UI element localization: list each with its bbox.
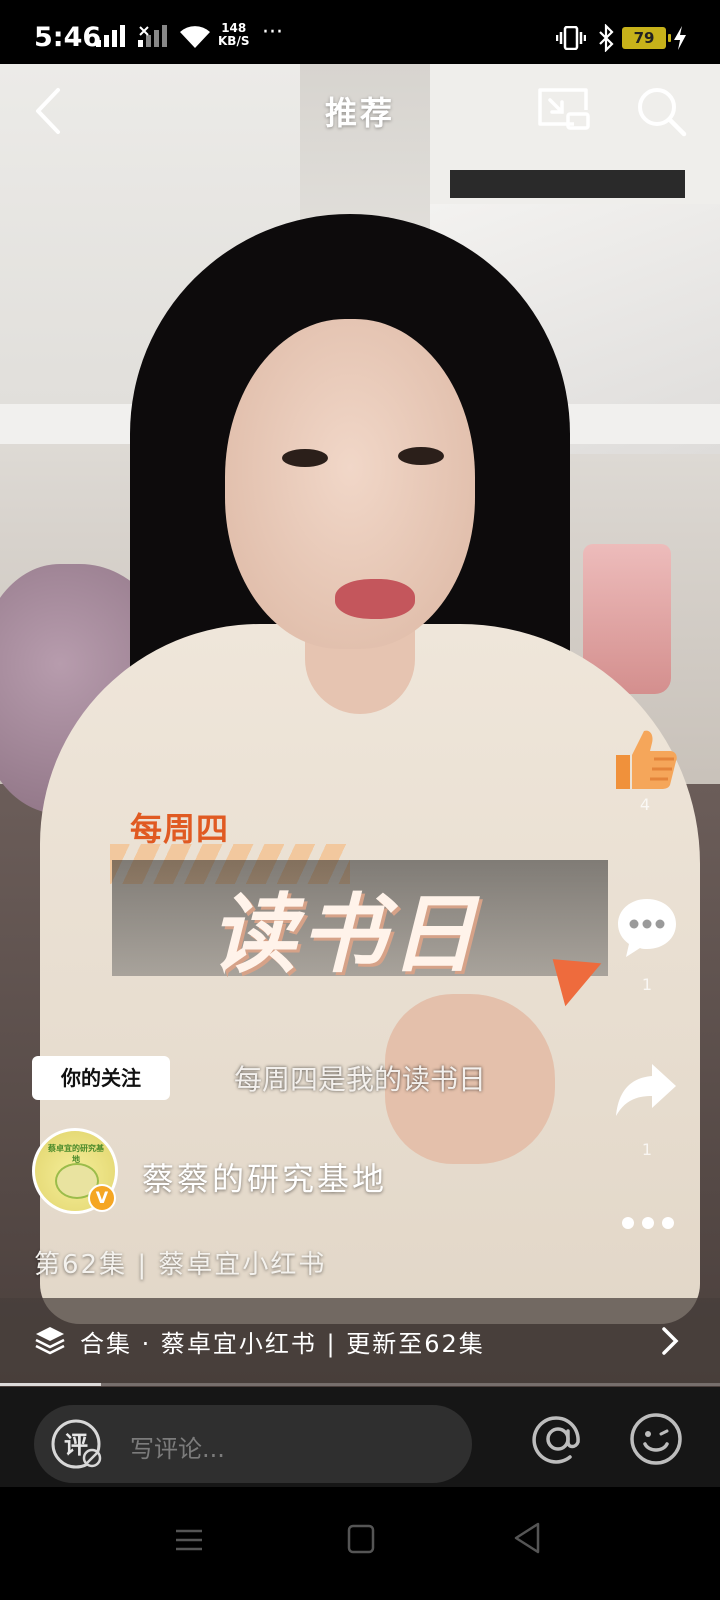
playback-progress[interactable] [0, 1383, 720, 1386]
share-count: 1 [641, 1140, 653, 1159]
recent-apps-icon[interactable] [174, 1525, 204, 1555]
share-icon[interactable] [614, 1060, 678, 1120]
person-eye-left [282, 449, 328, 467]
like-count: 4 [639, 795, 651, 814]
wifi-icon [180, 26, 210, 48]
comment-count: 1 [641, 975, 653, 994]
page-title: 推荐 [324, 94, 395, 132]
bluetooth-icon [599, 24, 614, 52]
status-bar: 5:46 148 KB/S ··· 79 [0, 0, 720, 64]
comment-input[interactable]: 评 写评论... [34, 1405, 472, 1483]
range-hood [450, 170, 685, 198]
clock: 5:46 [34, 22, 102, 53]
mention-icon[interactable] [530, 1411, 586, 1467]
avatar-text: 蔡卓宜的研究基地 [48, 1144, 104, 1164]
author-name[interactable]: 蔡蔡的研究基地 [142, 1154, 387, 1200]
comment-icon[interactable] [614, 895, 680, 961]
system-back-icon[interactable] [512, 1521, 542, 1555]
cell-signal-2-icon [138, 25, 167, 47]
collection-bar[interactable]: 合集 · 蔡卓宜小红书 | 更新至62集 [0, 1298, 720, 1384]
network-speed-unit: KB/S [218, 34, 250, 48]
chevron-right-icon [662, 1327, 679, 1355]
person-eye-right [398, 447, 444, 465]
comment-placeholder: 写评论... [130, 1435, 225, 1463]
overlay-title: 读书日 [210, 885, 480, 985]
emoji-icon[interactable] [628, 1411, 684, 1467]
comment-badge-icon: 评 [51, 1419, 102, 1469]
charging-icon [674, 26, 686, 50]
verified-badge-icon: V [88, 1184, 116, 1212]
comment-bar: 评 写评论... [0, 1387, 720, 1487]
thumbs-up-icon [616, 730, 677, 789]
home-icon[interactable] [346, 1523, 376, 1555]
picture-in-picture-icon[interactable] [536, 86, 592, 134]
more-options-icon[interactable] [618, 1208, 678, 1238]
person-lips [335, 579, 415, 619]
more-status-indicator: ··· [262, 20, 283, 45]
system-nav-bar [0, 1487, 720, 1600]
network-speed: 148 KB/S [218, 22, 249, 48]
cell-signal-icon [96, 25, 125, 47]
following-tag: 你的关注 [32, 1056, 170, 1100]
like-button[interactable]: 4 [610, 725, 680, 814]
battery-indicator: 79 [622, 27, 671, 49]
layers-icon [35, 1327, 65, 1355]
vibrate-icon [556, 26, 586, 50]
playback-progress-fill [0, 1383, 101, 1386]
search-icon[interactable] [634, 84, 688, 138]
collection-label: 合集 · 蔡卓宜小红书 | 更新至62集 [80, 1330, 485, 1358]
episode-label: 第62集 | 蔡卓宜小红书 [34, 1250, 327, 1280]
